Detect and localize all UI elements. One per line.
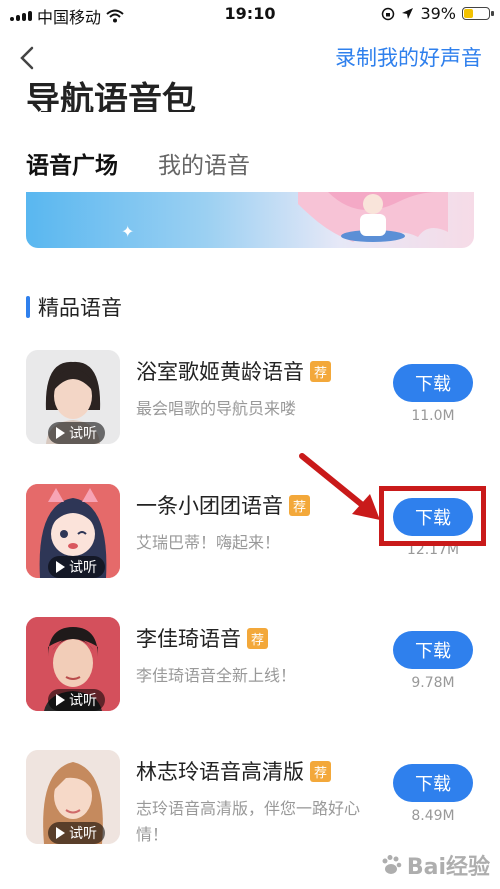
annotation-highlight-box	[379, 486, 486, 546]
baidu-paw-icon	[382, 855, 402, 874]
recommend-badge: 荐	[247, 627, 269, 649]
recommend-badge: 荐	[310, 360, 332, 382]
play-icon	[56, 827, 65, 839]
section-header: 精品语音	[26, 292, 122, 322]
voice-item[interactable]: 试听 林志玲语音高清版 荐 志玲语音高清版，伴您一路好心情！ 下载 8.49M	[26, 750, 486, 850]
voice-name-row: 一条小团团语音 荐	[136, 490, 311, 520]
listen-label: 试听	[69, 826, 97, 842]
file-size: 8.49M	[411, 808, 455, 824]
play-icon	[56, 427, 65, 439]
voice-description: 艾瑞巴蒂！嗨起来！	[136, 533, 281, 552]
banner-illustration	[298, 192, 448, 242]
play-icon	[56, 694, 65, 706]
back-button[interactable]	[14, 40, 44, 76]
voice-description: 最会唱歌的导航员来喽	[136, 399, 297, 418]
listen-button[interactable]: 试听	[48, 689, 105, 711]
voice-thumbnail[interactable]: 试听	[26, 750, 120, 844]
voice-thumbnail[interactable]: 试听	[26, 484, 120, 578]
voice-name: 浴室歌姬黄龄语音	[136, 360, 304, 384]
voice-thumbnail[interactable]: 试听	[26, 617, 120, 711]
watermark-text: Bai经验	[406, 855, 490, 880]
promo-banner[interactable]: ✦	[26, 192, 474, 248]
tab-bar: 语音广场 我的语音	[26, 146, 250, 196]
download-button[interactable]: 下载	[393, 631, 473, 669]
watermark: Bai经验	[379, 849, 490, 881]
file-size: 9.78M	[411, 675, 455, 691]
voice-name-row: 林志玲语音高清版 荐	[136, 756, 332, 786]
location-icon	[402, 8, 414, 19]
file-size: 11.0M	[411, 408, 455, 424]
download-button[interactable]: 下载	[393, 364, 473, 402]
recommend-badge: 荐	[310, 760, 332, 782]
play-icon	[56, 561, 65, 573]
status-bar: 中国移动 19:10 39%	[0, 0, 500, 30]
listen-label: 试听	[69, 426, 97, 442]
listen-button[interactable]: 试听	[48, 822, 105, 844]
battery-percent: 39%	[420, 4, 456, 23]
voice-name: 林志玲语音高清版	[136, 760, 304, 784]
listen-button[interactable]: 试听	[48, 556, 105, 578]
download-button[interactable]: 下载	[393, 764, 473, 802]
page-title: 导航语音包	[26, 80, 196, 112]
section-accent-bar	[26, 296, 30, 318]
battery-icon	[462, 7, 494, 20]
record-my-voice-button[interactable]: 录制我的好声音	[335, 42, 482, 72]
chevron-left-icon	[20, 46, 34, 70]
voice-name-row: 李佳琦语音 荐	[136, 623, 269, 653]
section-title: 精品语音	[38, 296, 122, 320]
voice-item[interactable]: 试听 李佳琦语音 荐 李佳琦语音全新上线！ 下载 9.78M	[26, 617, 486, 717]
voice-name: 李佳琦语音	[136, 627, 241, 651]
voice-thumbnail[interactable]: 试听	[26, 350, 120, 444]
status-right: 39%	[381, 4, 494, 23]
voice-description: 李佳琦语音全新上线！	[136, 666, 297, 685]
annotation-arrow-icon	[299, 453, 380, 520]
battery-fill	[464, 9, 473, 18]
voice-name-row: 浴室歌姬黄龄语音 荐	[136, 356, 332, 386]
voice-name: 一条小团团语音	[136, 494, 283, 518]
tab-my-voice[interactable]: 我的语音	[158, 146, 250, 190]
tab-voice-square[interactable]: 语音广场	[26, 146, 118, 196]
voice-item[interactable]: 试听 浴室歌姬黄龄语音 荐 最会唱歌的导航员来喽 下载 11.0M	[26, 350, 486, 450]
sparkle-icon: ✦	[121, 222, 135, 241]
voice-description: 志玲语音高清版，伴您一路好心情！	[136, 799, 361, 844]
listen-label: 试听	[69, 560, 97, 576]
listen-button[interactable]: 试听	[48, 422, 105, 444]
rotation-lock-icon	[382, 7, 395, 20]
listen-label: 试听	[69, 693, 97, 709]
